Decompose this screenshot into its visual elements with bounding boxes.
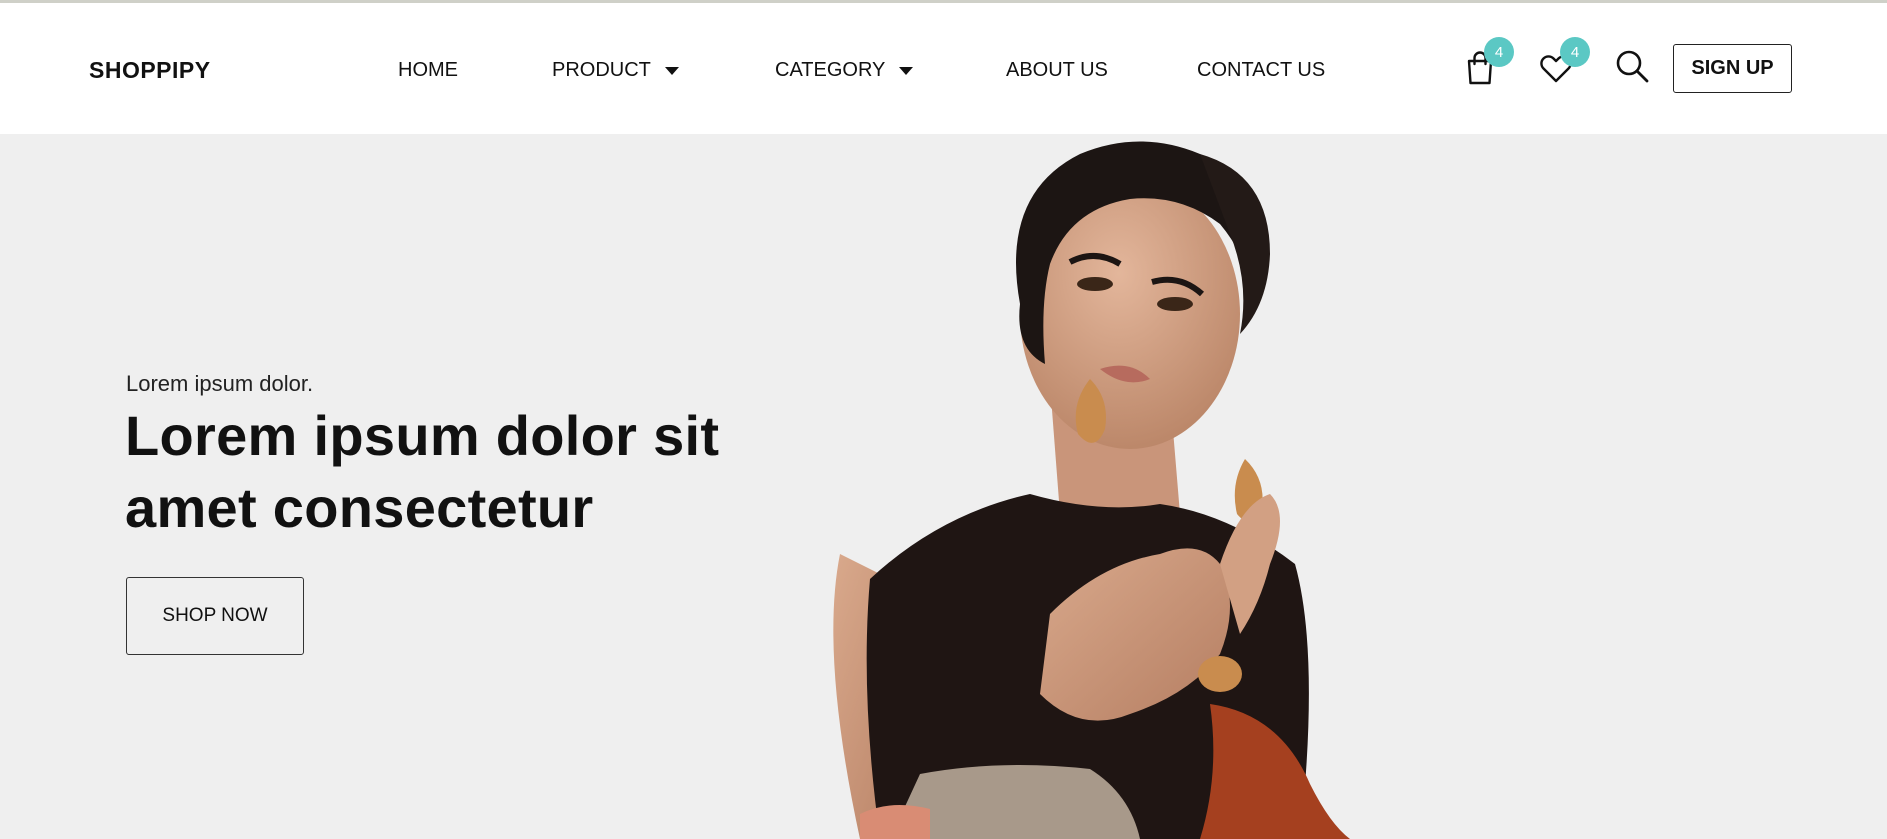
- search-icon: [1616, 50, 1649, 83]
- nav-home-label: HOME: [398, 59, 458, 81]
- wishlist-count-badge: 4: [1560, 37, 1590, 67]
- nav-about[interactable]: ABOUT US: [1006, 59, 1108, 82]
- nav-contact-label: CONTACT US: [1197, 59, 1326, 81]
- hero-title: Lorem ipsum dolor sit amet consectetur: [125, 404, 720, 539]
- hero-banner: Lorem ipsum dolor. Lorem ipsum dolor sit…: [0, 134, 1887, 839]
- cart-count-badge: 4: [1484, 37, 1514, 67]
- chevron-down-icon: [899, 66, 914, 75]
- navbar: SHOPPIPY HOME PRODUCT CATEGORY ABOUT US …: [0, 3, 1887, 134]
- chevron-down-icon: [664, 66, 679, 75]
- search-button[interactable]: [1612, 47, 1652, 87]
- hero-kicker: Lorem ipsum dolor.: [126, 371, 314, 396]
- nav-home[interactable]: HOME: [398, 59, 458, 82]
- cart-button[interactable]: 4: [1460, 37, 1514, 87]
- nav-product[interactable]: PRODUCT: [552, 59, 679, 82]
- sign-up-button[interactable]: SIGN UP: [1673, 44, 1792, 93]
- brand-logo[interactable]: SHOPPIPY: [89, 57, 211, 84]
- shop-now-button[interactable]: SHOP NOW: [126, 577, 304, 655]
- nav-contact[interactable]: CONTACT US: [1197, 59, 1325, 82]
- nav-about-label: ABOUT US: [1006, 59, 1108, 81]
- hero-model-image: [833, 141, 1350, 839]
- nav-category[interactable]: CATEGORY: [775, 59, 914, 82]
- wishlist-button[interactable]: 4: [1536, 37, 1590, 87]
- nav-category-label: CATEGORY: [775, 59, 886, 81]
- nav-product-label: PRODUCT: [552, 59, 651, 81]
